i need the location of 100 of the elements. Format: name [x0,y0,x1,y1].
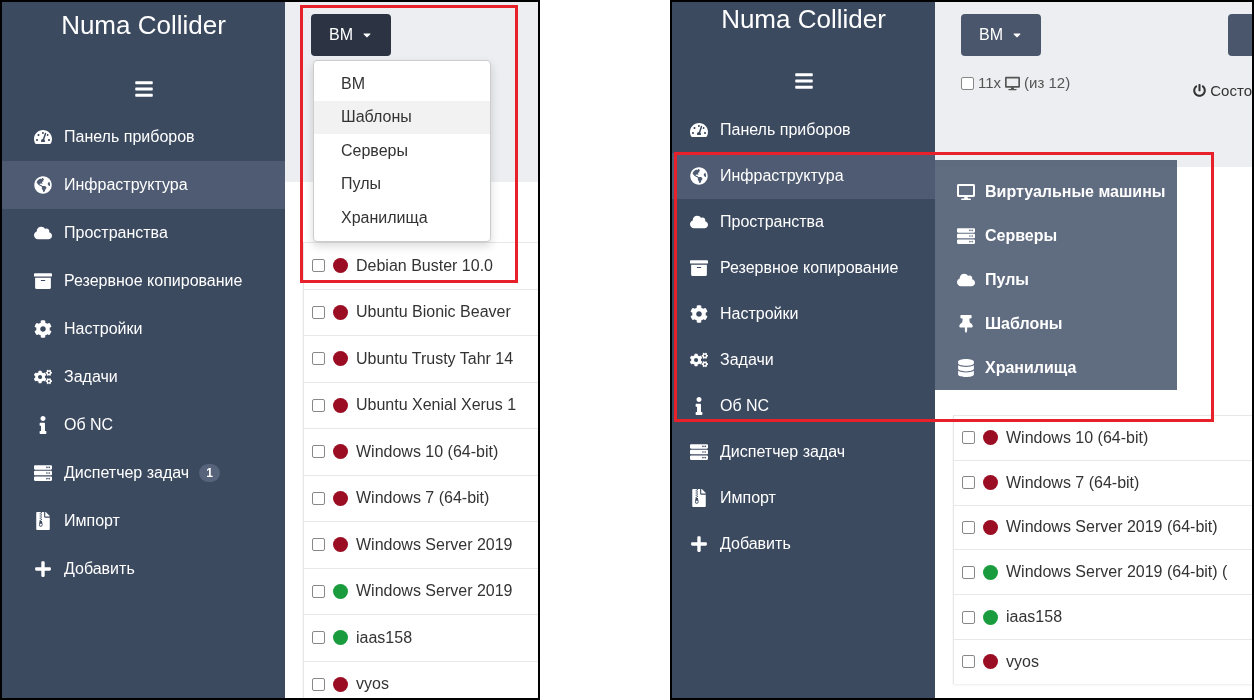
submenu-item[interactable]: Хранилища [935,346,1177,390]
sidebar-item[interactable]: Добавить [2,545,285,593]
vm-row[interactable]: Ubuntu Trusty Tahr 14 [304,335,538,382]
checkbox[interactable] [312,584,325,598]
checkbox[interactable] [962,565,975,579]
checkbox[interactable] [312,259,325,273]
gear-icon [32,320,54,338]
sidebar-item[interactable]: Об NC [2,401,285,449]
vm-row[interactable]: iaas158 [954,594,1252,639]
vm-row[interactable]: Ubuntu Xenial Xerus 1 [304,381,538,428]
server-stack-icon [688,443,710,461]
menu-item[interactable]: Серверы [314,134,490,168]
view-dropdown-button[interactable]: ВМ [961,14,1041,56]
checkbox[interactable] [312,445,325,459]
sidebar-item[interactable]: Панель приборов [2,113,285,161]
sidebar-item[interactable]: Импорт [672,475,935,521]
submenu-item[interactable]: Серверы [935,214,1177,258]
vm-name: Debian Buster 10.0 [356,256,493,275]
checkbox[interactable] [312,398,325,412]
server-stack-icon [955,227,977,245]
sidebar-item[interactable]: Панель приборов [672,107,935,153]
checkbox[interactable] [962,431,975,445]
checkbox[interactable] [962,655,975,669]
gears-icon [688,351,710,369]
vm-name: Windows Server 2019 [356,535,513,554]
sidebar-item[interactable]: Резервное копирование [2,257,285,305]
app-title: Numa Collider [61,10,226,41]
vm-row[interactable]: Windows Server 2019 (64-bit) ( [954,549,1252,595]
sidebar-item[interactable]: Инфраструктура [672,153,935,199]
sidebar-item[interactable]: Настройки [672,291,935,337]
menu-item[interactable]: Шаблоны [314,100,490,134]
sidebar-item[interactable]: Задачи [672,337,935,383]
vm-row[interactable]: Windows Server 2019 [304,567,538,614]
menu-item[interactable]: Хранилища [314,201,490,235]
sidebar-label: Инфраструктура [720,167,844,185]
sidebar-label: Пространства [720,213,824,231]
vm-row[interactable]: vyos [304,660,538,698]
checkbox[interactable] [312,538,325,552]
vm-row[interactable]: vyos [954,639,1252,684]
menu-icon[interactable] [133,79,154,99]
cloud-icon [32,224,54,242]
submenu-label: Пулы [985,271,1029,289]
selection-count: 11x [978,74,1002,91]
vm-row[interactable]: Windows 7 (64-bit) [954,459,1252,505]
sidebar-item[interactable]: Пространства [2,209,285,257]
sidebar-label: Импорт [720,489,776,507]
submenu-item[interactable]: Пулы [935,258,1177,302]
sidebar-item[interactable]: Резервное копирование [672,245,935,291]
sidebar-item[interactable]: Импорт [2,497,285,545]
checkbox[interactable] [962,521,975,534]
menu-icon[interactable] [793,71,814,91]
sidebar-label: Панель приборов [64,128,195,146]
checkbox[interactable] [312,631,325,645]
sidebar-label: Настройки [720,305,799,323]
sidebar-label: Диспетчер задач [64,464,190,482]
checkbox[interactable] [962,476,975,490]
menu-item[interactable]: ВМ [314,67,490,101]
checkbox[interactable] [312,491,325,505]
selection-total: (из 12) [1024,74,1071,91]
checkbox[interactable] [312,305,325,319]
sidebar-item[interactable]: Инфраструктура [2,161,285,209]
sidebar-item[interactable]: Диспетчер задач [672,429,935,475]
submenu-label: Виртуальные машины [985,183,1166,201]
sidebar-label: Импорт [64,512,120,530]
sidebar-item[interactable]: Пространства [672,199,935,245]
view-dropdown-button[interactable]: ВМ [311,14,391,56]
sidebar-label: Задачи [720,351,774,369]
database-icon [955,359,977,377]
submenu-item[interactable]: Виртуальные машины [935,170,1177,214]
submenu-item[interactable]: Шаблоны [935,302,1177,346]
sidebar-label: Добавить [720,535,791,553]
sidebar-label: Об NC [720,397,770,415]
vm-row[interactable]: Windows Server 2019 [304,521,538,568]
sidebar-item[interactable]: Настройки [2,305,285,353]
globe-icon [32,176,54,194]
sidebar-item[interactable]: Диспетчер задач 1 [2,449,285,497]
sidebar-item[interactable]: Задачи [2,353,285,401]
vm-name: Ubuntu Trusty Tahr 14 [356,349,514,368]
vm-row[interactable]: Ubuntu Bionic Beaver [304,288,538,335]
checkbox[interactable] [962,610,975,624]
state-filter[interactable]: Состо [1193,82,1252,99]
submenu-label: Хранилища [985,359,1077,377]
vm-row[interactable]: Windows 10 (64-bit) [954,415,1252,460]
checkbox[interactable] [312,677,325,691]
sidebar-item[interactable]: Добавить [672,521,935,567]
checkbox[interactable] [312,352,325,366]
vm-row[interactable]: Windows Server 2019 (64-bit) [954,504,1252,550]
sidebar-label: Добавить [64,560,135,578]
archive-box-icon [32,272,54,290]
sidebar-item[interactable]: Об NC [672,383,935,429]
vm-row[interactable]: Windows 10 (64-bit) [304,428,538,475]
sidebar-label: Резервное копирование [720,259,899,277]
vm-row[interactable]: iaas158 [304,614,538,661]
vm-name: Ubuntu Xenial Xerus 1 [356,396,517,415]
monitor-icon [955,183,977,201]
globe-icon [688,167,710,185]
vm-row[interactable]: Windows 7 (64-bit) [304,474,538,521]
submenu-label: Шаблоны [985,315,1063,333]
menu-item[interactable]: Пулы [314,167,490,201]
checkbox[interactable] [961,77,974,90]
